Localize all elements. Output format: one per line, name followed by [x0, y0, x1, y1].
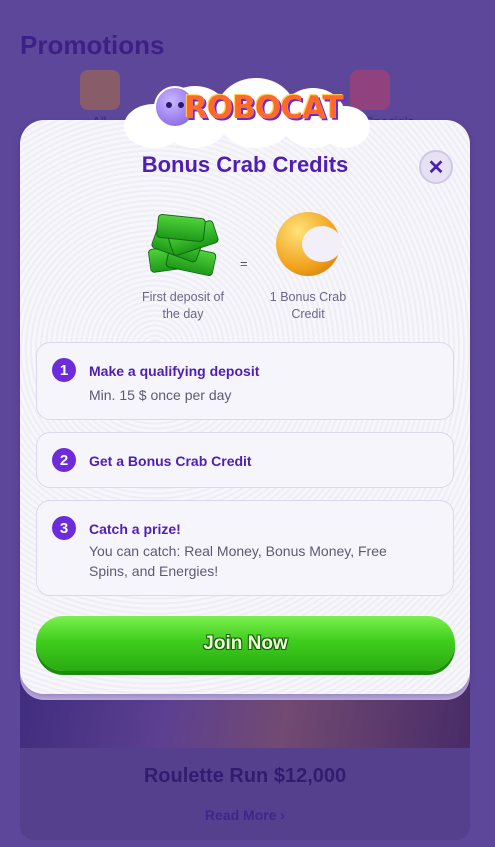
step-title: Get a Bonus Crab Credit [89, 453, 252, 469]
equals-sign: = [240, 256, 248, 271]
deposit-caption: First deposit of the day [142, 290, 224, 321]
step-title: Catch a prize! [89, 521, 181, 537]
step-number-badge: 1 [52, 358, 76, 382]
step-card-2: 2 Get a Bonus Crab Credit [36, 432, 454, 488]
step-card-3: 3 Catch a prize! You can catch: Real Mon… [36, 500, 454, 596]
robocat-logo: ROBOCAT [184, 90, 344, 126]
close-button[interactable]: ✕ [419, 150, 453, 184]
crab-credit-coin-icon [276, 212, 342, 276]
join-now-label: Join Now [203, 632, 288, 654]
cash-stack-icon [147, 212, 220, 277]
join-now-button[interactable]: Join Now [36, 616, 455, 671]
step-card-1: 1 Make a qualifying deposit Min. 15 $ on… [36, 342, 454, 420]
step-title: Make a qualifying deposit [89, 363, 260, 379]
credit-caption: 1 Bonus Crab Credit [269, 290, 347, 321]
step-description: Min. 15 $ once per day [89, 387, 232, 403]
close-icon: ✕ [427, 156, 445, 179]
modal-title: Bonus Crab Credits [141, 152, 349, 177]
step-description: You can catch: Real Money, Bonus Money, … [89, 543, 387, 579]
step-number-badge: 2 [52, 448, 76, 472]
step-number-badge: 3 [52, 516, 76, 540]
